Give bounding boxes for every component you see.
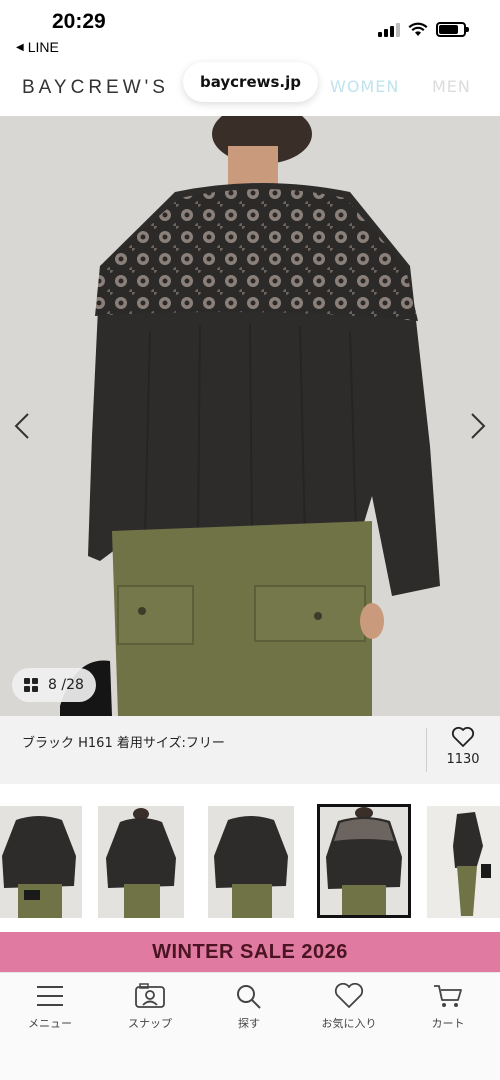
thumbnail-image [208,806,294,918]
heart-icon [334,983,364,1008]
back-app-label: LINE [27,39,59,55]
thumbnail[interactable] [208,806,294,918]
divider [426,728,427,772]
browser-url-pill[interactable]: baycrews.jp [183,62,318,102]
nav-women[interactable]: WOMEN [330,77,399,96]
status-bar: 20:29 ◀ LINE [0,0,500,62]
site-header: BAYCREW'S WOMEN MEN baycrews.jp [0,62,500,116]
sale-banner[interactable]: WINTER SALE 2026 [0,932,500,972]
wifi-icon [408,22,428,36]
favorite-count: 1130 [446,752,480,767]
prev-image-button[interactable] [10,412,34,440]
thumbnail[interactable] [427,806,500,918]
signal-icon [378,22,400,37]
heart-icon [451,726,475,747]
thumbnail-strip [0,804,500,918]
grid-icon [24,678,38,692]
tab-search-label: 探す [238,1017,260,1030]
photo-caption: ブラック H161 着用サイズ:フリー [22,736,225,751]
status-icons [378,22,469,37]
chevron-left-icon [14,413,29,439]
thumbnail-image [98,806,184,918]
tab-menu[interactable]: メニュー [5,983,95,1031]
search-icon [237,985,261,1009]
product-photo-image [0,116,500,716]
thumbnail-image [0,806,82,918]
back-triangle-icon: ◀ [16,41,24,53]
nav-men[interactable]: MEN [432,77,471,96]
product-photo[interactable]: 8 /28 [0,116,500,716]
status-time: 20:29 [52,10,106,33]
tab-favorites-label: お気に入り [321,1017,377,1030]
gallery-counter-text: 8 /28 [48,677,84,693]
gallery-counter-button[interactable]: 8 /28 [12,668,96,702]
battery-icon [436,22,469,37]
thumbnail[interactable] [98,806,184,918]
tab-snap[interactable]: スナップ [105,983,195,1031]
sale-banner-text: WINTER SALE 2026 [152,940,348,963]
thumbnail-image [320,807,408,915]
snap-icon [135,983,165,1008]
back-to-app-button[interactable]: ◀ LINE [16,39,59,55]
thumbnail[interactable] [0,806,82,918]
next-image-button[interactable] [466,412,490,440]
cart-icon [434,985,462,1007]
tab-cart-label: カート [431,1017,465,1030]
chevron-right-icon [471,413,486,439]
menu-icon [37,986,63,1006]
tab-snap-label: スナップ [128,1017,172,1030]
thumbnail-image [427,806,500,918]
favorite-button[interactable]: 1130 [438,726,488,767]
tab-cart[interactable]: カート [403,983,493,1031]
tab-menu-label: メニュー [28,1017,72,1030]
site-logo[interactable]: BAYCREW'S [22,77,169,99]
photo-caption-bar: ブラック H161 着用サイズ:フリー 1130 [0,716,500,784]
thumbnail-selected[interactable] [317,804,411,918]
tab-favorites[interactable]: お気に入り [304,983,394,1031]
tab-search[interactable]: 探す [204,983,294,1031]
bottom-tab-bar: メニュー スナップ 探す お気に入り カート [0,972,500,1080]
